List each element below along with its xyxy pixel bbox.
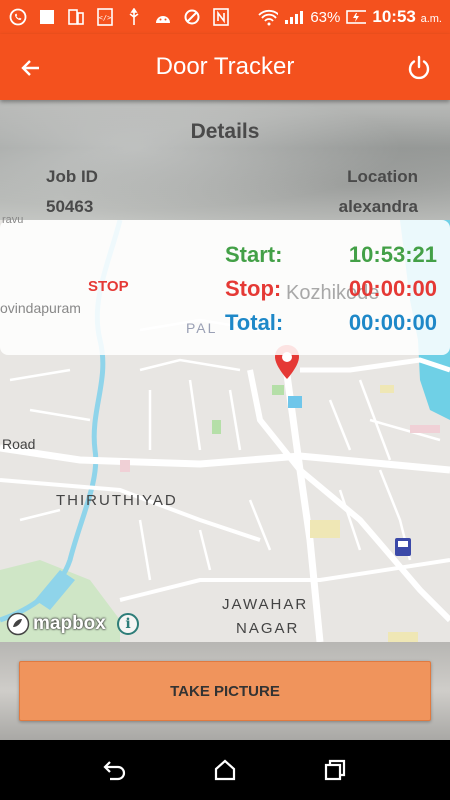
usb-icon bbox=[124, 7, 144, 27]
map-label-jawahar: JAWAHAR bbox=[222, 596, 309, 613]
map-label-pal: PAL bbox=[186, 320, 218, 336]
map-label-govindapuram: ovindapuram bbox=[0, 300, 81, 316]
action-area: TAKE PICTURE bbox=[0, 642, 450, 740]
total-label: Total: bbox=[225, 310, 284, 335]
app-title: Door Tracker bbox=[155, 53, 295, 80]
mapbox-wordmark: mapbox bbox=[33, 613, 106, 634]
map-label-ravu: ravu bbox=[2, 214, 24, 226]
mapbox-logo-icon bbox=[6, 612, 30, 636]
job-id-column: Job ID 50463 bbox=[46, 162, 98, 222]
details-title: Details bbox=[190, 120, 260, 143]
map-label-road: Road bbox=[2, 436, 36, 452]
back-button[interactable] bbox=[14, 51, 48, 85]
job-id-value: 50463 bbox=[46, 197, 94, 216]
android-icon bbox=[153, 7, 173, 27]
nav-back-icon bbox=[103, 761, 126, 781]
power-icon bbox=[408, 55, 430, 80]
map-label-nagar: NAGAR bbox=[236, 620, 300, 637]
mapbox-logo[interactable]: mapbox bbox=[6, 612, 106, 636]
location-label: Location bbox=[347, 167, 418, 186]
stop-value: 00:00:00 bbox=[348, 276, 437, 301]
info-icon[interactable]: i bbox=[117, 613, 139, 635]
take-picture-button[interactable]: TAKE PICTURE bbox=[19, 661, 431, 721]
clock: 10:53 a.m. bbox=[372, 7, 442, 26]
stop-label: Stop: bbox=[225, 276, 282, 301]
sync-icon bbox=[182, 7, 202, 27]
location-column: Location alexandra bbox=[339, 162, 418, 222]
svg-text:</>: </> bbox=[99, 14, 112, 22]
battery-percent: 63% bbox=[310, 8, 341, 26]
status-bar: </> 63% 10:53 a.m. bbox=[0, 0, 450, 34]
stop-row: Stop: 00:00:00 bbox=[225, 276, 437, 302]
nav-recents-button[interactable] bbox=[315, 750, 355, 790]
nav-home-icon bbox=[214, 759, 236, 781]
battery-icon bbox=[346, 7, 367, 27]
map-label-thiruthiyad: THIRUTHIYAD bbox=[56, 492, 178, 509]
signal-icon bbox=[284, 7, 304, 27]
app-bar: Door Tracker bbox=[0, 34, 450, 100]
nav-back-button[interactable] bbox=[95, 750, 135, 790]
wifi-icon bbox=[258, 7, 279, 27]
job-id-label: Job ID bbox=[46, 167, 98, 186]
nav-recents-icon bbox=[324, 759, 346, 781]
code-icon: </> bbox=[95, 7, 115, 27]
notification-icon bbox=[37, 7, 57, 27]
start-value: 10:53:21 bbox=[348, 242, 437, 267]
stop-button[interactable]: STOP bbox=[88, 278, 129, 295]
details-section: Details Job ID 50463 Location alexandra bbox=[0, 100, 450, 220]
total-value: 00:00:00 bbox=[348, 310, 437, 335]
timer-panel: ravu ovindapuram Kozhikode PAL STOP Star… bbox=[0, 214, 450, 355]
nfc-icon bbox=[211, 7, 231, 27]
navigation-bar bbox=[0, 740, 450, 800]
power-button[interactable] bbox=[402, 51, 436, 85]
nav-home-button[interactable] bbox=[205, 750, 245, 790]
start-label: Start: bbox=[225, 242, 283, 267]
location-value: alexandra bbox=[338, 197, 418, 216]
arrow-left-icon bbox=[21, 60, 39, 76]
start-row: Start: 10:53:21 bbox=[225, 242, 437, 268]
whatsapp-icon bbox=[8, 7, 28, 27]
tablet-icon bbox=[66, 7, 86, 27]
total-row: Total: 00:00:00 bbox=[225, 310, 437, 336]
